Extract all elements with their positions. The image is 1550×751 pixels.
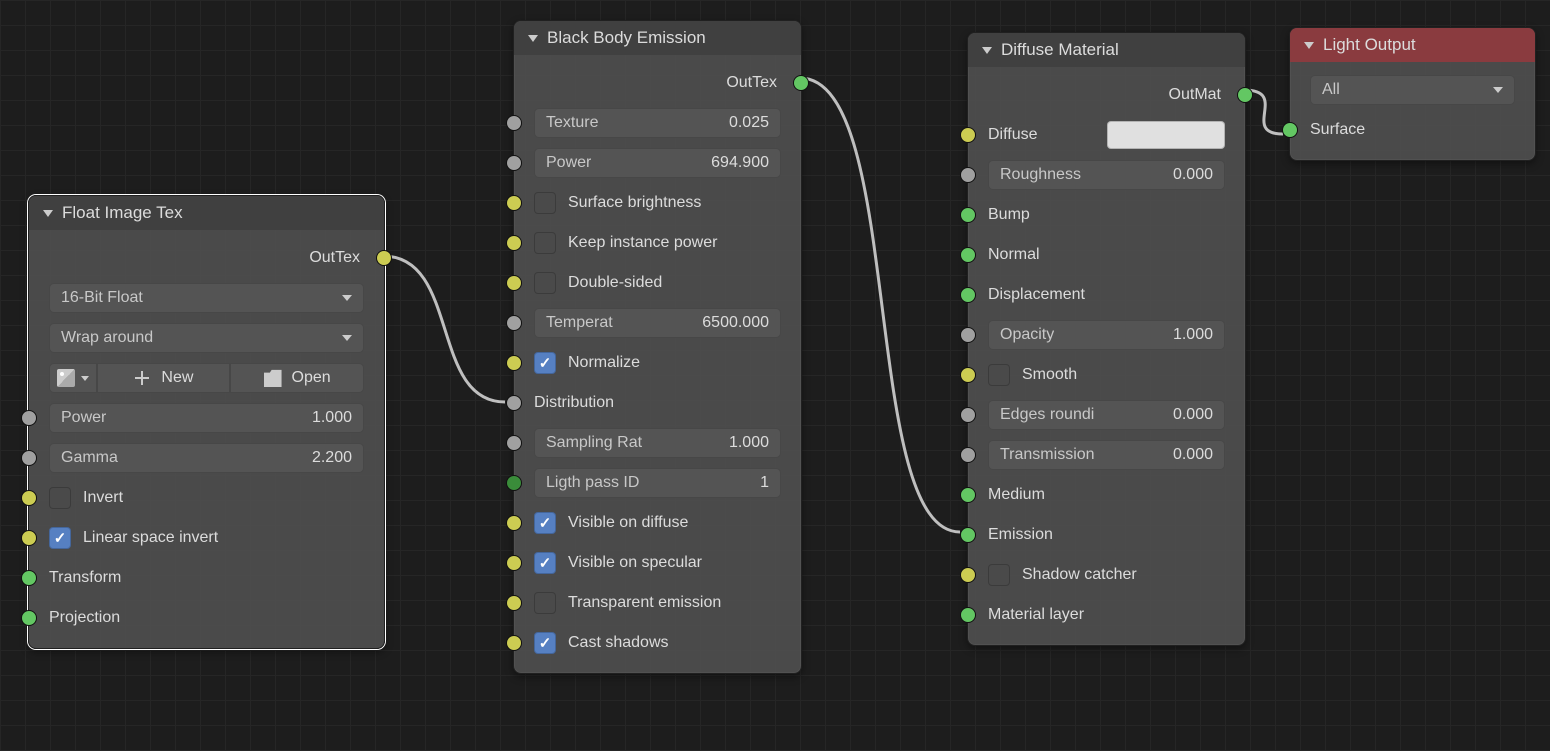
- image-menu-button[interactable]: [49, 363, 97, 393]
- target-select[interactable]: All: [1310, 75, 1515, 105]
- socket-in-normalize[interactable]: [506, 355, 522, 371]
- socket-out-tex[interactable]: [376, 250, 392, 266]
- socket-in-transparent-emission[interactable]: [506, 595, 522, 611]
- double-sided-checkbox[interactable]: [534, 272, 556, 294]
- socket-in-projection[interactable]: [21, 610, 37, 626]
- open-image-button[interactable]: Open: [230, 363, 364, 393]
- invert-checkbox[interactable]: [49, 487, 71, 509]
- collapse-icon[interactable]: [43, 210, 53, 217]
- socket-in-light-pass-id[interactable]: [506, 475, 522, 491]
- output-label: OutTex: [726, 74, 777, 92]
- folder-icon: [264, 369, 282, 387]
- light-pass-id-field[interactable]: Ligth pass ID 1: [534, 468, 781, 498]
- node-black-body-emission[interactable]: Black Body Emission OutTex Texture 0.025…: [513, 20, 802, 674]
- socket-in-power[interactable]: [506, 155, 522, 171]
- cast-shadows-checkbox[interactable]: [534, 632, 556, 654]
- power-field[interactable]: Power 1.000: [49, 403, 364, 433]
- output-label: OutMat: [1169, 86, 1221, 104]
- node-title: Light Output: [1323, 35, 1416, 55]
- bit-depth-select[interactable]: 16-Bit Float: [49, 283, 364, 313]
- visible-on-specular-checkbox[interactable]: [534, 552, 556, 574]
- sampling-rate-field[interactable]: Sampling Rat 1.000: [534, 428, 781, 458]
- linear-space-invert-label: Linear space invert: [83, 529, 364, 547]
- node-header[interactable]: Diffuse Material: [968, 33, 1245, 67]
- surface-brightness-checkbox[interactable]: [534, 192, 556, 214]
- node-header[interactable]: Black Body Emission: [514, 21, 801, 55]
- socket-out-mat[interactable]: [1237, 87, 1253, 103]
- socket-in-gamma[interactable]: [21, 450, 37, 466]
- socket-in-smooth[interactable]: [960, 367, 976, 383]
- socket-in-sampling-rate[interactable]: [506, 435, 522, 451]
- socket-in-normal[interactable]: [960, 247, 976, 263]
- transform-label: Transform: [49, 569, 364, 587]
- diffuse-color-swatch[interactable]: [1107, 121, 1225, 149]
- socket-in-emission[interactable]: [960, 527, 976, 543]
- socket-in-displacement[interactable]: [960, 287, 976, 303]
- socket-in-roughness[interactable]: [960, 167, 976, 183]
- socket-in-invert[interactable]: [21, 490, 37, 506]
- opacity-field[interactable]: Opacity 1.000: [988, 320, 1225, 350]
- socket-in-material-layer[interactable]: [960, 607, 976, 623]
- socket-in-visible-specular[interactable]: [506, 555, 522, 571]
- image-icon: [57, 369, 75, 387]
- wrap-select[interactable]: Wrap around: [49, 323, 364, 353]
- socket-in-bump[interactable]: [960, 207, 976, 223]
- node-diffuse-material[interactable]: Diffuse Material OutMat Diffuse Roughnes…: [967, 32, 1246, 646]
- transparent-emission-checkbox[interactable]: [534, 592, 556, 614]
- linear-space-invert-checkbox[interactable]: [49, 527, 71, 549]
- chevron-down-icon: [81, 376, 89, 381]
- node-title: Black Body Emission: [547, 28, 706, 48]
- plus-icon: [133, 369, 151, 387]
- transmission-field[interactable]: Transmission 0.000: [988, 440, 1225, 470]
- node-header[interactable]: Float Image Tex: [29, 196, 384, 230]
- socket-in-transform[interactable]: [21, 570, 37, 586]
- node-light-output[interactable]: Light Output All Surface: [1289, 27, 1536, 161]
- chevron-down-icon: [342, 295, 352, 301]
- node-float-image-tex[interactable]: Float Image Tex OutTex 16-Bit Float Wrap…: [28, 195, 385, 649]
- output-label: OutTex: [309, 249, 360, 267]
- socket-in-opacity[interactable]: [960, 327, 976, 343]
- socket-in-double-sided[interactable]: [506, 275, 522, 291]
- socket-in-cast-shadows[interactable]: [506, 635, 522, 651]
- node-header[interactable]: Light Output: [1290, 28, 1535, 62]
- power-field[interactable]: Power 694.900: [534, 148, 781, 178]
- node-title: Diffuse Material: [1001, 40, 1119, 60]
- socket-in-transmission[interactable]: [960, 447, 976, 463]
- socket-in-texture[interactable]: [506, 115, 522, 131]
- socket-in-power[interactable]: [21, 410, 37, 426]
- socket-in-keep-instance-power[interactable]: [506, 235, 522, 251]
- collapse-icon[interactable]: [982, 47, 992, 54]
- chevron-down-icon: [1493, 87, 1503, 93]
- projection-label: Projection: [49, 609, 364, 627]
- gamma-field[interactable]: Gamma 2.200: [49, 443, 364, 473]
- socket-in-diffuse[interactable]: [960, 127, 976, 143]
- texture-field[interactable]: Texture 0.025: [534, 108, 781, 138]
- invert-label: Invert: [83, 489, 364, 507]
- temperature-field[interactable]: Temperat 6500.000: [534, 308, 781, 338]
- collapse-icon[interactable]: [528, 35, 538, 42]
- shadow-catcher-checkbox[interactable]: [988, 564, 1010, 586]
- socket-in-surface[interactable]: [1282, 122, 1298, 138]
- roughness-field[interactable]: Roughness 0.000: [988, 160, 1225, 190]
- socket-in-linear-invert[interactable]: [21, 530, 37, 546]
- socket-in-visible-diffuse[interactable]: [506, 515, 522, 531]
- socket-in-shadow-catcher[interactable]: [960, 567, 976, 583]
- socket-in-surface-brightness[interactable]: [506, 195, 522, 211]
- normalize-checkbox[interactable]: [534, 352, 556, 374]
- keep-instance-power-checkbox[interactable]: [534, 232, 556, 254]
- smooth-checkbox[interactable]: [988, 364, 1010, 386]
- socket-in-medium[interactable]: [960, 487, 976, 503]
- visible-on-diffuse-checkbox[interactable]: [534, 512, 556, 534]
- edges-rounding-field[interactable]: Edges roundi 0.000: [988, 400, 1225, 430]
- collapse-icon[interactable]: [1304, 42, 1314, 49]
- socket-in-temperature[interactable]: [506, 315, 522, 331]
- socket-in-edges-rounding[interactable]: [960, 407, 976, 423]
- node-title: Float Image Tex: [62, 203, 183, 223]
- socket-in-distribution[interactable]: [506, 395, 522, 411]
- socket-out-tex[interactable]: [793, 75, 809, 91]
- chevron-down-icon: [342, 335, 352, 341]
- new-image-button[interactable]: New: [97, 363, 231, 393]
